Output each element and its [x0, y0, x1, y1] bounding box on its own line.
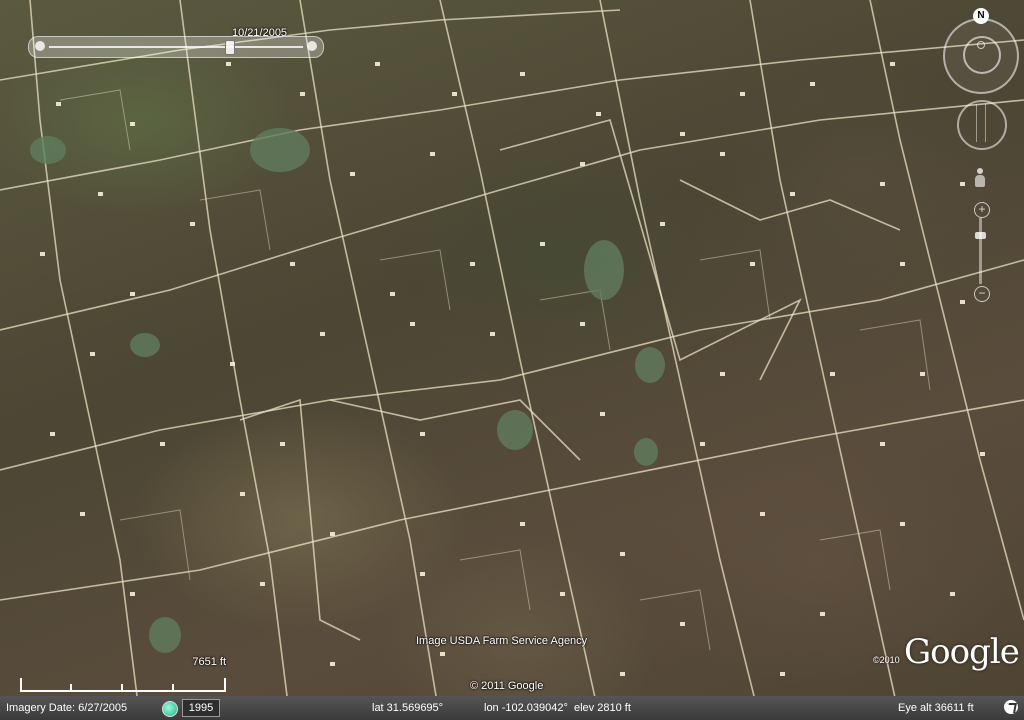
scale-line: [20, 690, 226, 692]
eye-altitude-readout: Eye alt 36611 ft: [898, 702, 974, 714]
navigation-controls: N + −: [938, 6, 1022, 306]
longitude-readout: lon -102.039042°: [484, 702, 568, 714]
history-clock-icon[interactable]: [162, 701, 178, 717]
scale-tick: [70, 684, 72, 692]
copyright-text: © 2011 Google: [470, 680, 544, 692]
historical-imagery-slider[interactable]: [28, 36, 324, 58]
look-joystick-icon[interactable]: [963, 36, 1001, 74]
move-joystick-icon[interactable]: [957, 100, 1007, 150]
logo-year: ©2010: [873, 655, 900, 665]
scale-bar: 7651 ft: [20, 656, 226, 692]
scale-tick: [224, 678, 226, 692]
elevation-readout: elev 2810 ft: [574, 702, 631, 714]
google-logo: Google: [904, 632, 1020, 672]
latitude-readout: lat 31.569695°: [372, 702, 444, 714]
zoom-plus-icon[interactable]: +: [974, 202, 990, 218]
zoom-slider[interactable]: + −: [974, 202, 990, 302]
satellite-map-view[interactable]: 10/21/2005 N + − Image USDA Farm Service…: [0, 0, 1024, 720]
imagery-date: Imagery Date: 6/27/2005: [6, 702, 128, 714]
zoom-minus-icon[interactable]: −: [974, 286, 990, 302]
road-network-overlay: [0, 0, 1024, 720]
scale-label: 7651 ft: [192, 656, 226, 668]
zoom-track[interactable]: [979, 218, 982, 284]
streaming-status-icon: [1004, 700, 1018, 714]
slider-track[interactable]: [49, 46, 303, 48]
street-view-person-icon[interactable]: [974, 168, 986, 188]
scale-tick: [121, 684, 123, 692]
image-credit: Image USDA Farm Service Agency: [416, 635, 588, 647]
history-year[interactable]: 1995: [182, 699, 220, 717]
slider-handle[interactable]: [225, 40, 235, 55]
slider-end-cap[interactable]: [307, 41, 317, 51]
compass-north-icon[interactable]: N: [973, 8, 989, 24]
zoom-knob[interactable]: [975, 232, 986, 239]
scale-tick: [172, 684, 174, 692]
slider-start-cap[interactable]: [35, 41, 45, 51]
scale-tick: [20, 678, 22, 692]
status-bar: Imagery Date: 6/27/2005 1995 lat 31.5696…: [0, 696, 1024, 720]
